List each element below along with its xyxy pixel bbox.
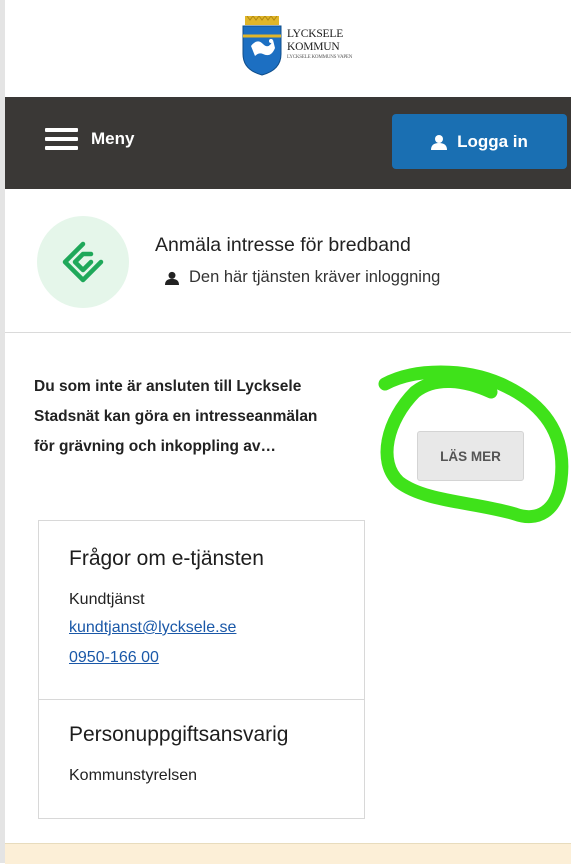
footer-notice-strip [5, 843, 571, 864]
contact-email-link[interactable]: kundtjanst@lycksele.se [69, 619, 236, 636]
contact-heading: Frågor om e-tjänsten [69, 547, 264, 570]
service-header: Anmäla intresse för bredband Den här tjä… [5, 190, 571, 333]
login-required-note: Den här tjänsten kräver inloggning [165, 268, 440, 287]
logo-wordmark: LYCKSELE KOMMUN LYCKSELE KOMMUNS VAPEN [287, 28, 352, 62]
contact-email-row: kundtjanst@lycksele.se [69, 619, 236, 637]
lycksele-kommun-logo[interactable]: LYCKSELE KOMMUN LYCKSELE KOMMUNS VAPEN [241, 16, 361, 78]
contact-name: Kundtjänst [69, 591, 145, 608]
contact-phone-row: 0950-166 00 [69, 649, 159, 667]
data-controller-value: Kommunstyrelsen [69, 767, 198, 784]
data-controller-heading: Personuppgiftsansvarig [69, 723, 289, 746]
logo-line-2: KOMMUN [287, 41, 340, 53]
menu-icon [45, 127, 78, 151]
broadband-service-icon [37, 216, 129, 308]
annotation-circle [378, 365, 569, 524]
menu-label: Meny [91, 129, 135, 148]
logo-line-3: LYCKSELE KOMMUNS VAPEN [287, 55, 353, 60]
coat-of-arms-icon [242, 16, 282, 76]
menu-button[interactable]: Meny [45, 127, 134, 151]
info-card: Frågor om e-tjänsten Kundtjänst kundtjan… [38, 520, 365, 819]
service-title: Anmäla intresse för bredband [155, 234, 411, 256]
login-button[interactable]: Logga in [392, 114, 567, 169]
contact-phone-link[interactable]: 0950-166 00 [69, 649, 159, 666]
page: LYCKSELE KOMMUN LYCKSELE KOMMUNS VAPEN M… [5, 0, 571, 864]
header-bar: Meny Logga in [5, 97, 571, 189]
contact-section: Frågor om e-tjänsten Kundtjänst kundtjan… [39, 521, 364, 700]
user-icon [165, 271, 179, 285]
login-label: Logga in [457, 131, 528, 151]
logo-line-1: LYCKSELE [287, 28, 344, 40]
user-icon [431, 134, 448, 150]
login-required-text: Den här tjänsten kräver inloggning [189, 268, 441, 286]
